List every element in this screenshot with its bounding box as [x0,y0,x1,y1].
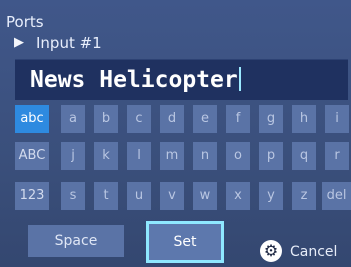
key-o[interactable]: o [226,142,250,170]
key-delete[interactable]: del [322,182,351,210]
key-k[interactable]: k [94,142,118,170]
key-q[interactable]: q [292,142,316,170]
mode-key-uppercase[interactable]: ABC [15,142,49,170]
key-f[interactable]: f [226,105,250,133]
key-g[interactable]: g [259,105,283,133]
dialog-subtitle: ▶ Input #1 [14,34,102,52]
key-y[interactable]: y [259,182,283,210]
gear-icon: ⚙ [260,240,282,262]
key-w[interactable]: w [193,182,217,210]
key-j[interactable]: j [61,142,85,170]
key-t[interactable]: t [94,182,118,210]
space-button[interactable]: Space [28,225,124,257]
key-x[interactable]: x [226,182,250,210]
key-v[interactable]: v [160,182,184,210]
key-z[interactable]: z [292,182,316,210]
mode-key-numbers[interactable]: 123 [15,182,49,210]
key-d[interactable]: d [160,105,184,133]
key-m[interactable]: m [160,142,184,170]
text-input-value: News Helicopter [30,66,241,94]
set-button[interactable]: Set [146,221,224,263]
key-r[interactable]: r [325,142,349,170]
key-u[interactable]: u [127,182,151,210]
mode-key-lowercase[interactable]: abc [15,105,49,133]
key-b[interactable]: b [94,105,118,133]
key-p[interactable]: p [259,142,283,170]
key-l[interactable]: l [127,142,151,170]
key-n[interactable]: n [193,142,217,170]
text-input-field[interactable]: News Helicopter [15,59,348,100]
key-c[interactable]: c [127,105,151,133]
play-arrow-icon: ▶ [14,35,24,50]
subtitle-label: Input #1 [36,34,102,52]
dialog-title: Ports [6,13,44,31]
key-i[interactable]: i [325,105,349,133]
cancel-label: Cancel [290,244,338,260]
keyboard-dialog: Ports ▶ Input #1 News Helicopter abc a b… [0,0,351,267]
key-h[interactable]: h [292,105,316,133]
key-a[interactable]: a [61,105,85,133]
key-e[interactable]: e [193,105,217,133]
text-cursor [238,67,241,91]
key-s[interactable]: s [61,182,85,210]
